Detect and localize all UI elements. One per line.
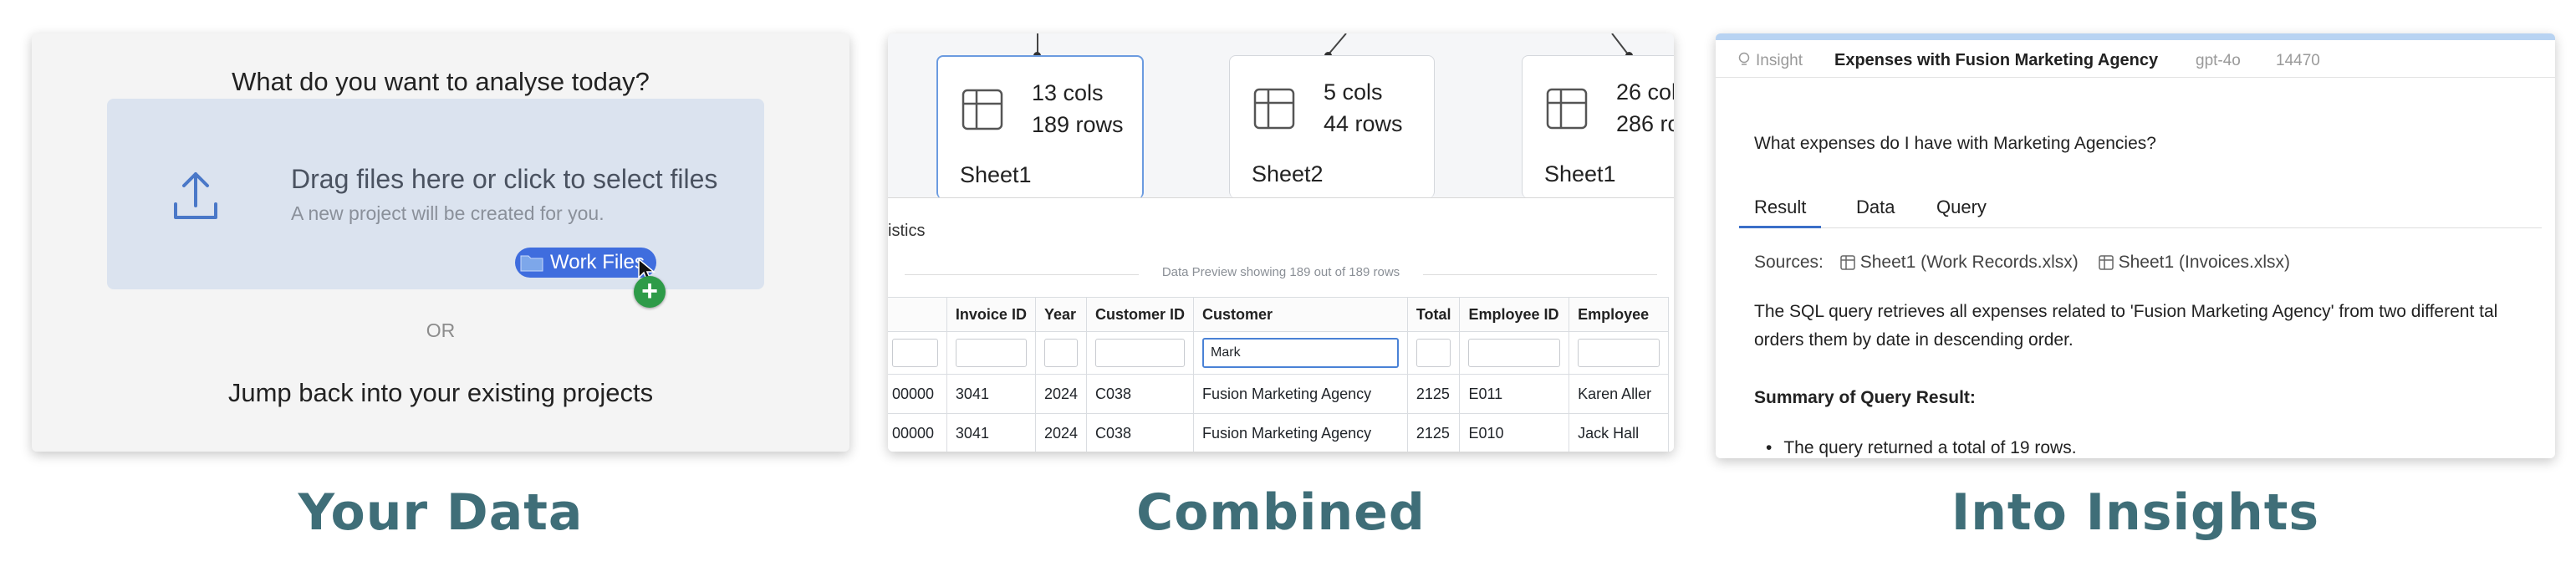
source-name: Sheet1 (Invoices.xlsx) (2118, 253, 2291, 272)
card-rows: 189 rows (1032, 112, 1124, 137)
folder-icon (520, 255, 543, 272)
card-cols: 5 cols (1324, 79, 1383, 105)
card-sheet-name: Sheet2 (1252, 161, 1324, 186)
column-header[interactable]: Invoice ID (946, 297, 1036, 332)
token-count: 14470 (2276, 52, 2320, 69)
table-icon (962, 89, 1003, 130)
table-cell: 00000 (888, 374, 947, 414)
sources-line: Sources: Sheet1 (Work Records.xlsx) Shee… (1754, 253, 2290, 273)
dragged-item-label: Work Files (550, 251, 645, 273)
column-header[interactable]: Customer (1193, 297, 1408, 332)
column-filter-input[interactable] (892, 339, 938, 367)
column-header[interactable] (888, 297, 947, 332)
customer-filter-input[interactable]: Mark (1202, 338, 1399, 368)
table-cell: 2125 (1406, 413, 1461, 452)
drop-title: Drag files here or click to select files (291, 164, 718, 194)
data-preview-label: Data Preview showing 189 out of 189 rows (888, 265, 1674, 285)
existing-projects-link[interactable]: Jump back into your existing projects (32, 378, 849, 408)
tab-result[interactable]: Result (1739, 189, 1822, 228)
table-cell: 00000 (888, 413, 947, 452)
card-cols: 13 cols (1032, 80, 1104, 105)
table-row[interactable]: 00000 3041 2024 C038 Fusion Marketing Ag… (888, 413, 1669, 452)
table-header-row: Invoice ID Year Customer ID Customer Tot… (888, 297, 1669, 332)
card-cols: 26 col (1616, 79, 1674, 105)
caption-combined: Combined (1136, 483, 1426, 542)
card-sheet-name: Sheet1 (1544, 161, 1616, 186)
table-icon (2098, 255, 2114, 270)
description-line: The SQL query retrieves all expenses rel… (1754, 302, 2498, 321)
table-cell: 2024 (1034, 374, 1088, 414)
column-header[interactable]: Year (1034, 297, 1088, 332)
or-divider: OR (426, 319, 456, 341)
column-filter-input[interactable] (1578, 339, 1660, 367)
filter-row: Mark (888, 331, 1669, 375)
source-link[interactable]: Sheet1 (Work Records.xlsx) (1839, 253, 2084, 272)
insight-header: Insight Expenses with Fusion Marketing A… (1716, 40, 2555, 78)
combined-panel: 13 cols 189 rows Sheet1 5 cols 44 rows She… (888, 33, 1674, 452)
table-cell: Jack Hall (1569, 413, 1669, 452)
table-icon (1839, 255, 1855, 270)
table-cell: 3041 (946, 413, 1036, 452)
source-name: Sheet1 (Work Records.xlsx) (1859, 253, 2079, 272)
table-cell: Fusion Marketing Agency (1193, 374, 1408, 414)
sheet-card[interactable]: 5 cols 44 rows Sheet2 (1229, 55, 1435, 198)
tab-data[interactable]: Data (1856, 189, 1895, 226)
caption-into-insights: Into Insights (1951, 483, 2320, 542)
statistics-tab[interactable]: istics (888, 222, 925, 241)
column-header[interactable]: Employee (1569, 297, 1669, 332)
tab-query[interactable]: Query (1936, 189, 1987, 226)
insights-panel: Insight Expenses with Fusion Marketing A… (1716, 33, 2555, 458)
file-drop-zone[interactable]: Drag files here or click to select files… (107, 99, 764, 308)
table-cell: E011 (1459, 374, 1570, 414)
summary-bullet: The query returned a total of 19 rows. (1766, 438, 2076, 458)
upload-icon (174, 172, 217, 219)
insight-tabs: Result Data Query (1739, 189, 2542, 228)
add-plus-icon: + (634, 276, 666, 308)
table-cell: 2024 (1034, 413, 1088, 452)
table-cell: 3041 (946, 374, 1036, 414)
description-line: orders them by date in descending order. (1754, 330, 2074, 350)
insight-description: The SQL query retrieves all expenses rel… (1754, 298, 2555, 355)
column-header[interactable]: Total (1406, 297, 1461, 332)
table-cell: Karen Aller (1569, 374, 1669, 414)
column-header[interactable]: Customer ID (1085, 297, 1195, 332)
data-preview-area: istics Data Preview showing 189 out of 1… (888, 197, 1674, 452)
summary-heading: Summary of Query Result: (1754, 388, 1976, 407)
your-data-panel: What do you want to analyse today? Drag … (32, 33, 849, 452)
column-filter-input[interactable] (1043, 339, 1078, 367)
sheet-card[interactable]: 13 cols 189 rows Sheet1 (936, 55, 1144, 199)
card-rows: 286 ro (1616, 111, 1674, 136)
insight-question: What expenses do I have with Marketing A… (1754, 134, 2156, 153)
column-filter-input[interactable] (955, 339, 1027, 367)
source-link[interactable]: Sheet1 (Invoices.xlsx) (2098, 253, 2291, 272)
column-header[interactable]: Employee ID (1459, 297, 1570, 332)
table-icon (1253, 88, 1295, 130)
table-cell: 2125 (1406, 374, 1461, 414)
table-cell: C038 (1085, 374, 1195, 414)
table-cell: Fusion Marketing Agency (1193, 413, 1408, 452)
table-cell: E010 (1459, 413, 1570, 452)
drop-subtitle: A new project will be created for you. (291, 202, 604, 224)
caption-your-data: Your Data (298, 483, 584, 542)
card-sheet-name: Sheet1 (960, 162, 1032, 187)
sheet-card[interactable]: 26 col 286 ro Sheet1 (1522, 55, 1674, 198)
table-icon (1546, 88, 1588, 130)
table-row[interactable]: 00000 3041 2024 C038 Fusion Marketing Ag… (888, 374, 1669, 414)
column-filter-input[interactable] (1416, 339, 1451, 367)
insight-title: Expenses with Fusion Marketing Agency (1834, 51, 2159, 69)
insight-label: Insight (1756, 52, 1803, 69)
dragged-folder-chip[interactable]: Work Files (515, 248, 656, 278)
data-table: Invoice ID Year Customer ID Customer Tot… (888, 297, 1669, 452)
lightbulb-icon (1738, 52, 1750, 65)
model-badge: gpt-4o (2196, 52, 2241, 69)
analyse-question: What do you want to analyse today? (232, 67, 650, 96)
table-cell: C038 (1085, 413, 1195, 452)
card-rows: 44 rows (1324, 111, 1403, 136)
column-filter-input[interactable] (1468, 339, 1561, 367)
sources-label: Sources: (1754, 253, 1824, 272)
column-filter-input[interactable] (1095, 339, 1186, 367)
